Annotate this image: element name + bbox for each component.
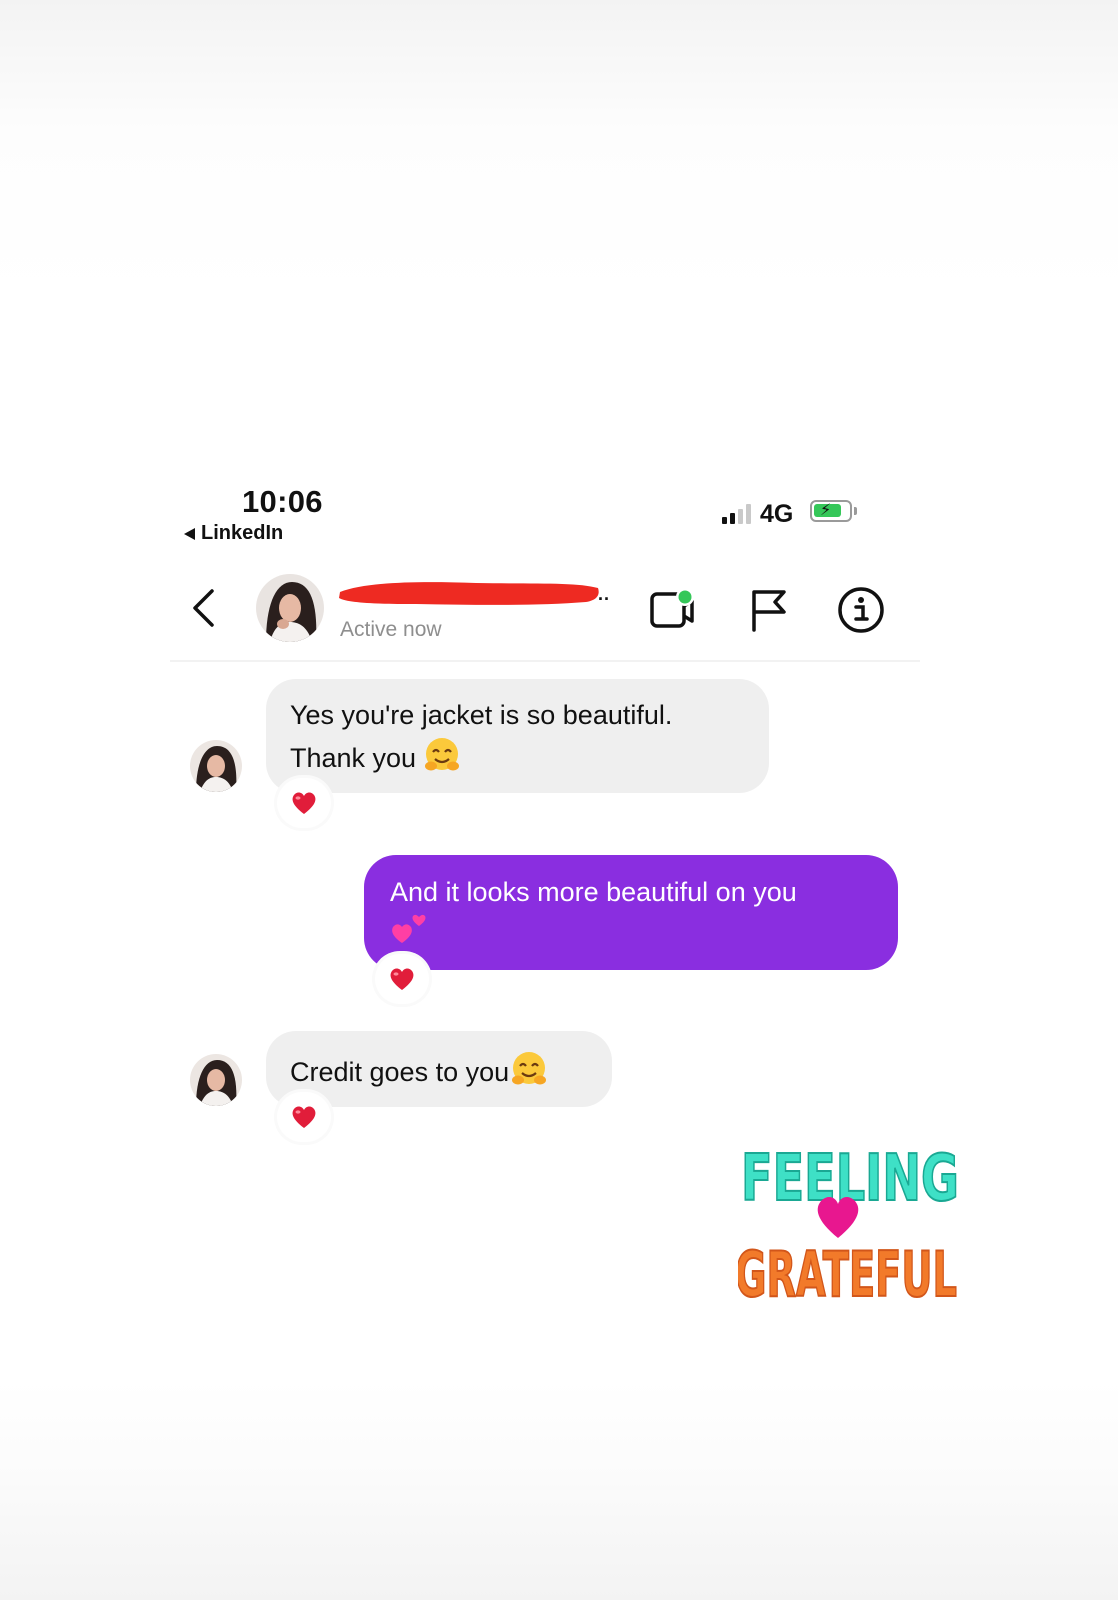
- sender-avatar[interactable]: [190, 1054, 242, 1106]
- back-triangle-icon: [184, 527, 195, 540]
- name-truncation: ..: [598, 584, 611, 604]
- presence-status: Active now: [340, 618, 442, 641]
- heart-reaction[interactable]: [277, 1092, 331, 1142]
- battery-icon: ⚡: [810, 500, 857, 522]
- signal-strength-icon: [722, 504, 751, 524]
- sticker-line2: GRATEFUL: [738, 1238, 957, 1311]
- back-chevron-icon[interactable]: [190, 588, 218, 628]
- header-divider: [170, 660, 920, 662]
- video-call-icon[interactable]: [646, 584, 698, 636]
- message-bubble-outgoing[interactable]: And it looks more beautiful on you: [364, 855, 898, 970]
- message-line: Credit goes to you: [290, 1057, 510, 1087]
- contact-avatar[interactable]: [256, 574, 324, 642]
- status-time: 10:06: [242, 484, 323, 519]
- network-type: 4G: [760, 500, 794, 528]
- message-line: Yes you're jacket is so beautiful.: [290, 700, 673, 730]
- smiling-hug-emoji-icon: [422, 735, 462, 786]
- feeling-grateful-sticker: FEELING GRATEFUL: [738, 1141, 960, 1312]
- heart-icon: [390, 968, 414, 990]
- info-icon[interactable]: [835, 584, 887, 636]
- heart-icon: [292, 1106, 316, 1128]
- smiling-hug-emoji-icon: [509, 1049, 549, 1100]
- back-app-label: LinkedIn: [201, 522, 284, 544]
- sender-avatar[interactable]: [190, 740, 242, 792]
- redacted-contact-name: [339, 582, 599, 605]
- two-hearts-emoji-icon: [390, 912, 872, 944]
- heart-icon: [292, 792, 316, 814]
- message-line: And it looks more beautiful on you: [390, 877, 797, 907]
- heart-reaction[interactable]: [277, 778, 331, 828]
- flag-icon[interactable]: [742, 584, 794, 636]
- message-line: Thank you: [290, 743, 417, 773]
- message-bubble-incoming[interactable]: Yes you're jacket is so beautiful. Thank…: [266, 679, 769, 793]
- heart-reaction[interactable]: [375, 954, 429, 1004]
- charging-bolt-icon: ⚡: [820, 502, 832, 519]
- back-to-app-link[interactable]: LinkedIn: [184, 522, 283, 545]
